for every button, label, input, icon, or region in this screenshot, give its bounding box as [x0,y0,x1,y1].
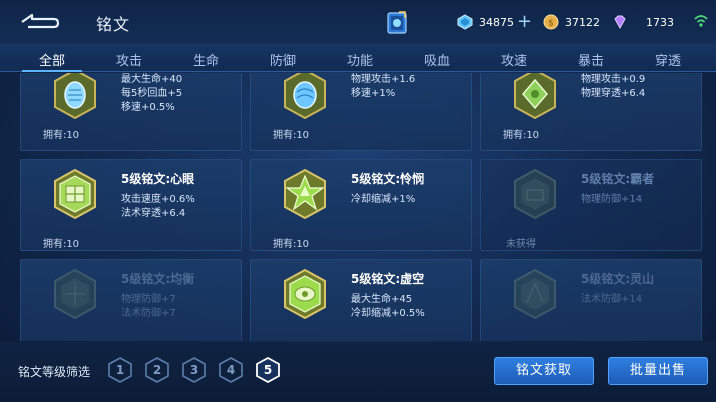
inscription-card[interactable]: 5级铭文:均衡 物理防御+7 法术防御+7 [20,259,242,341]
inscription-attr: 移速+1% [351,88,396,99]
inscription-name: 5级铭文:怜悯 [351,172,425,186]
owned-count: 拥有:10 [272,239,310,250]
gem-value: 1733 [646,15,674,29]
level-filter-5[interactable]: 5 [256,356,280,384]
gold-coin-counter: $ 37122 [543,12,600,32]
inscription-card[interactable]: 5级铭文:心眼 攻击速度+0.6% 法术穿透+6.4 拥有:10 [20,159,242,251]
gem-counter: 1733 [612,12,674,32]
inscription-name: 5级铭文:灵山 [581,272,655,286]
tab-attack-speed[interactable]: 攻速 [484,50,544,69]
owned-count: 拥有:10 [272,130,310,141]
inscription-gem-icon [54,168,96,220]
inscription-card[interactable]: 5级铭文:灵山 法术防御+14 [480,259,702,341]
inscription-name: 5级铭文:虚空 [351,272,425,286]
tab-penetration[interactable]: 穿透 [638,50,698,69]
inscription-card[interactable]: 最大生命+40 每5秒回血+5 移速+0.5% 拥有:10 [20,73,242,151]
inscription-gem-icon [284,268,326,320]
wifi-signal-icon [694,15,708,27]
tab-health[interactable]: 生命 [176,50,236,69]
level-number: 4 [226,363,236,377]
level-filter-1[interactable]: 1 [108,357,132,383]
tab-all[interactable]: 全部 [22,50,82,69]
inscription-card[interactable]: 物理攻击+1.6 移速+1% 拥有:10 [250,73,472,151]
tab-critical[interactable]: 暴击 [561,50,621,69]
back-arrow-icon[interactable] [18,10,62,34]
inscription-gem-icon [514,73,556,120]
inscription-gem-icon [54,73,96,120]
add-coupon-icon[interactable]: + [517,13,532,31]
level-filter-4[interactable]: 4 [219,357,243,383]
not-obtained-label: 未获得 [506,239,536,250]
svg-text:$: $ [548,19,554,29]
inscription-card[interactable]: 5级铭文:怜悯 冷却缩减+1% 拥有:10 [250,159,472,251]
level-number: 1 [115,363,125,377]
gold-coin-icon: $ [543,14,559,30]
inscription-attr: 冷却缩减+0.5% [351,308,425,319]
owned-count: 拥有:10 [42,239,80,250]
gold-coin-value: 37122 [565,15,600,29]
inscription-name: 5级铭文:心眼 [121,172,195,186]
inscription-attr: 物理防御+14 [581,194,643,205]
inscription-attr: 物理穿透+6.4 [581,88,646,99]
inscription-gem-icon [514,268,556,320]
inscription-attr: 最大生命+45 [351,294,413,305]
level-number: 3 [189,363,199,377]
owned-count: 拥有:10 [42,130,80,141]
diamond-coupon-icon [457,14,473,30]
level-number: 2 [152,363,162,377]
owned-count: 拥有:10 [502,130,540,141]
active-tab-indicator [22,70,82,72]
tab-attack[interactable]: 攻击 [99,50,159,69]
inscription-attr: 每5秒回血+5 [121,88,183,99]
inscription-gem-icon [284,168,326,220]
diamond-coupon-counter: 34875 + [457,12,532,32]
diamond-coupon-value: 34875 [479,15,514,29]
inscription-name: 5级铭文:均衡 [121,272,195,286]
inscription-attr: 攻击速度+0.6% [121,194,195,205]
inscription-card[interactable]: 5级铭文:霸者 物理防御+14 未获得 [480,159,702,251]
inscription-attr: 法术防御+7 [121,308,176,319]
inscription-attr: 法术防御+14 [581,294,643,305]
level-number: 5 [263,363,273,377]
inscription-grid[interactable]: 最大生命+40 每5秒回血+5 移速+0.5% 拥有:10 物理攻击+1.6 移… [18,73,704,341]
level-filter-3[interactable]: 3 [182,357,206,383]
inscription-gem-icon [284,73,326,120]
inscription-attr: 物理防御+7 [121,294,176,305]
level-filter-2[interactable]: 2 [145,357,169,383]
inscription-attr: 移速+0.5% [121,102,175,113]
inscription-gem-icon [514,168,556,220]
inscription-book-icon[interactable] [385,10,409,36]
inscription-name: 5级铭文:霸者 [581,172,655,186]
inscription-attr: 冷却缩减+1% [351,194,416,205]
inscription-card[interactable]: 5级铭文:虚空 最大生命+45 冷却缩减+0.5% [250,259,472,341]
tab-defense[interactable]: 防御 [253,50,313,69]
inscription-attr: 法术穿透+6.4 [121,208,186,219]
inscription-card[interactable]: 物理攻击+0.9 物理穿透+6.4 拥有:10 [480,73,702,151]
level-filter-label: 铭文等级筛选 [18,365,91,379]
top-bar: 铭文 34875 + $ 37122 1733 [0,0,716,44]
page-title: 铭文 [96,15,131,34]
gem-icon [614,15,626,30]
inscription-gem-icon [54,268,96,320]
category-tabs: 全部 攻击 生命 防御 功能 吸血 攻速 暴击 穿透 [0,44,716,72]
get-inscription-button[interactable]: 铭文获取 [494,357,594,385]
tab-lifesteal[interactable]: 吸血 [407,50,467,69]
bulk-sell-button[interactable]: 批量出售 [608,357,708,385]
tab-function[interactable]: 功能 [330,50,390,69]
